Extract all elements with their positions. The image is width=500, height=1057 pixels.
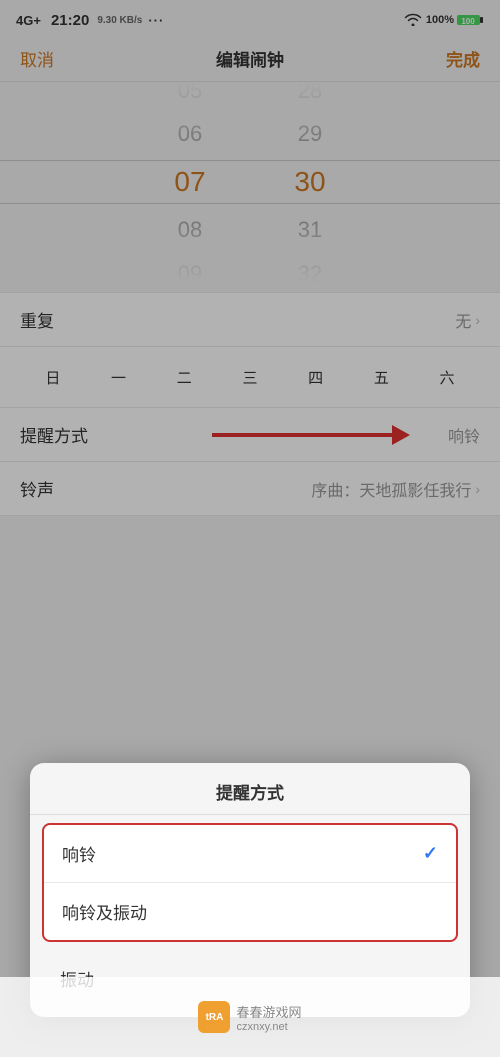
modal-overlay[interactable]: 提醒方式 响铃 ✓ 响铃及振动 振动 bbox=[0, 0, 500, 1057]
watermark-logo: tRA 春春游戏网 czxnxy.net bbox=[198, 1001, 301, 1033]
modal-title-row: 提醒方式 bbox=[30, 763, 470, 815]
modal-title: 提醒方式 bbox=[216, 784, 284, 803]
modal-option-ring-vibrate-label: 响铃及振动 bbox=[62, 899, 147, 924]
logo-icon: tRA bbox=[198, 1001, 230, 1033]
site-name: 春春游戏网 bbox=[236, 1002, 301, 1021]
watermark: tRA 春春游戏网 czxnxy.net bbox=[0, 977, 500, 1057]
modal-option-ring-label: 响铃 bbox=[62, 841, 96, 866]
site-url: czxnxy.net bbox=[236, 1021, 301, 1033]
modal-options-box: 响铃 ✓ 响铃及振动 bbox=[42, 823, 458, 942]
ring-checkmark: ✓ bbox=[423, 843, 438, 864]
modal-option-ring[interactable]: 响铃 ✓ bbox=[44, 825, 456, 883]
logo-icon-text: tRA bbox=[206, 1012, 224, 1023]
modal-option-ring-vibrate[interactable]: 响铃及振动 bbox=[44, 883, 456, 940]
